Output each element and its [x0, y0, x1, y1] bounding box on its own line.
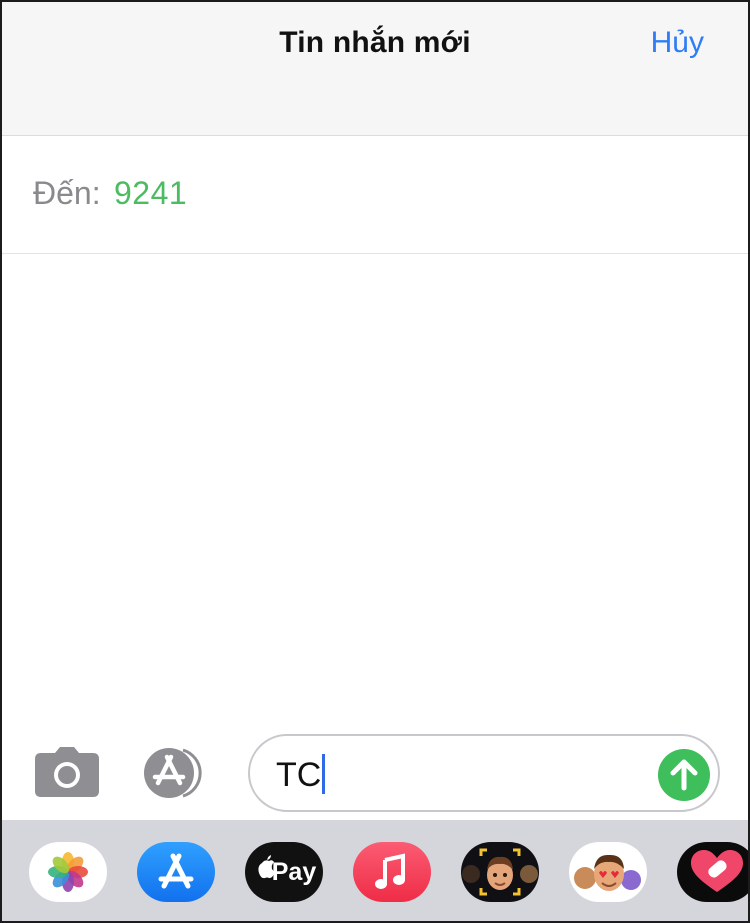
camera-icon — [35, 747, 99, 797]
page-title: Tin nhắn mới — [279, 26, 471, 59]
memoji-stickers-icon — [574, 854, 641, 891]
app-store-icon — [158, 853, 194, 889]
navigation-bar: Tin nhắn mới Hủy — [2, 2, 748, 136]
recipient-number[interactable]: 9241 — [114, 175, 187, 212]
app-store-app-button[interactable] — [137, 842, 215, 902]
apple-pay-label: Pay — [271, 858, 317, 886]
app-drawer: Pay — [2, 820, 748, 921]
app-store-button[interactable] — [141, 747, 215, 799]
recipient-label: Đến: — [33, 175, 101, 211]
photos-icon — [48, 852, 88, 892]
heart-icon — [691, 850, 743, 892]
music-app-button[interactable] — [353, 842, 431, 902]
text-caret — [322, 754, 326, 794]
message-text: TC — [276, 756, 322, 794]
memoji-app-button[interactable] — [461, 842, 539, 902]
music-note-icon — [375, 853, 405, 889]
camera-button[interactable] — [35, 747, 99, 797]
arrow-up-icon — [670, 759, 698, 791]
memoji-icon — [462, 848, 538, 896]
app-store-icon — [144, 748, 202, 798]
photos-app-button[interactable] — [29, 842, 107, 902]
recipient-field[interactable]: Đến: 9241 — [2, 137, 748, 254]
send-button[interactable] — [658, 749, 710, 801]
memoji-stickers-app-button[interactable] — [569, 842, 647, 902]
apple-pay-app-button[interactable]: Pay — [245, 842, 323, 902]
cancel-button[interactable]: Hủy — [651, 26, 704, 60]
digital-touch-app-button[interactable] — [677, 842, 748, 902]
new-message-screen: Tin nhắn mới Hủy Đến: 9241 TC Pay — [0, 0, 750, 923]
message-composer: TC — [2, 725, 748, 820]
message-input[interactable]: TC — [248, 734, 720, 812]
message-thread-area — [2, 255, 748, 725]
